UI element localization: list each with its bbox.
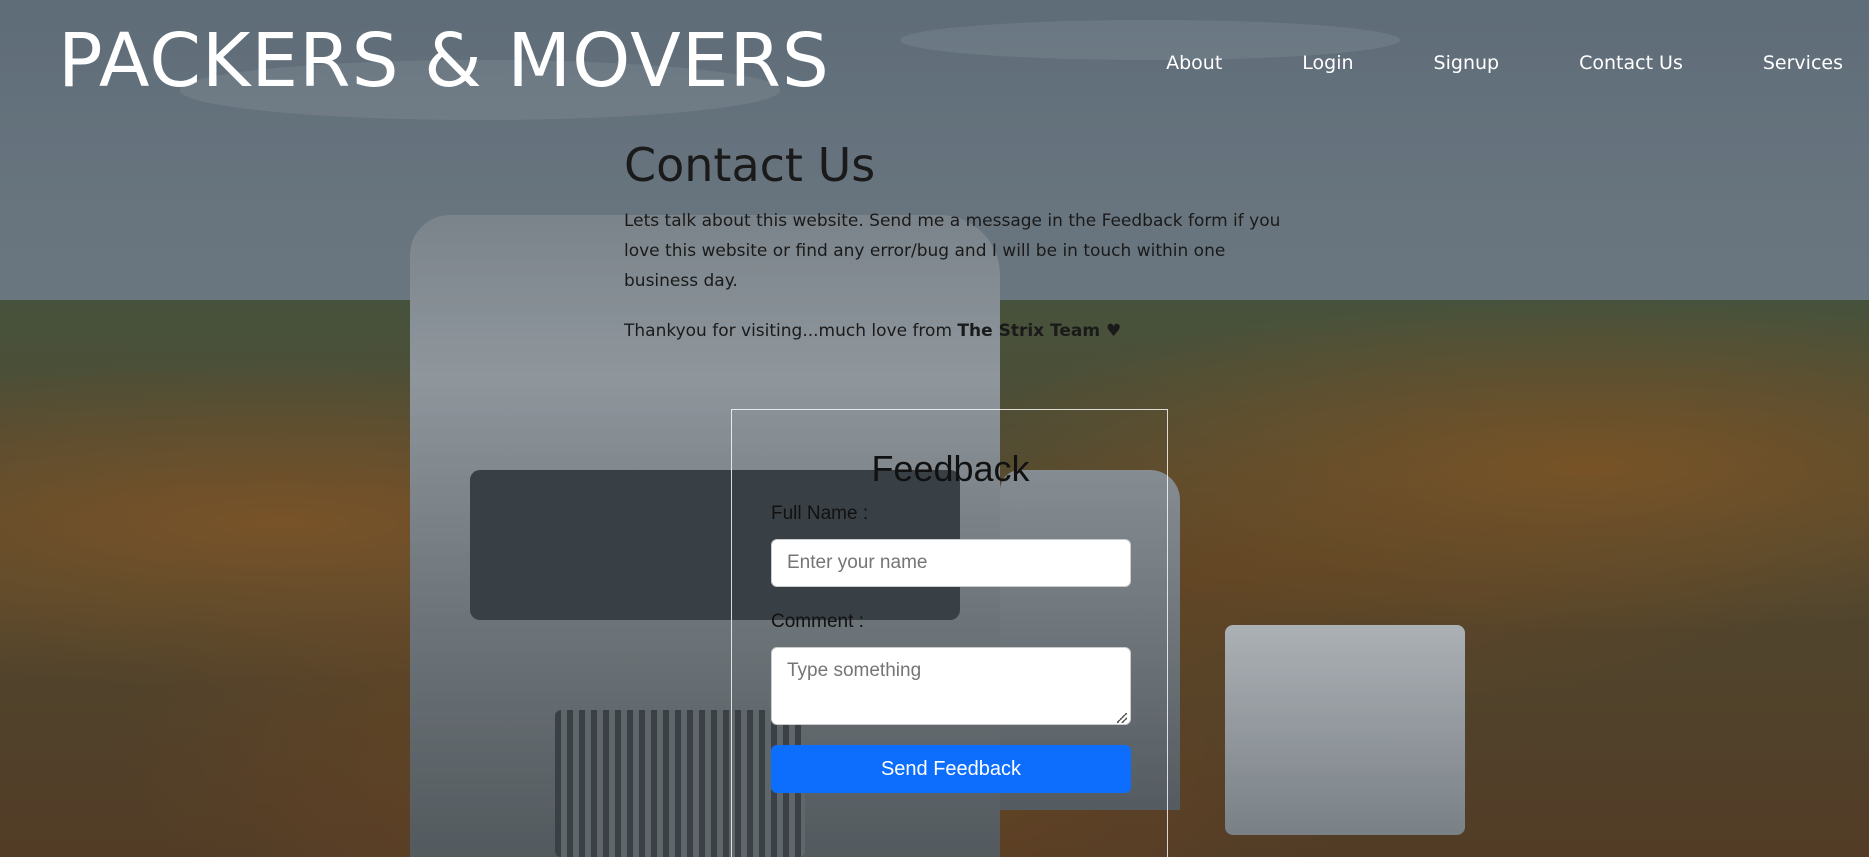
full-name-input[interactable]: [771, 539, 1131, 587]
team-name: The Strix Team ♥: [957, 321, 1122, 341]
resize-handle-icon[interactable]: [1117, 713, 1127, 723]
site-logo[interactable]: PACKERS & MOVERS: [58, 18, 830, 104]
nav-login[interactable]: Login: [1302, 52, 1353, 74]
nav-about[interactable]: About: [1166, 52, 1222, 74]
thanks-message: Thankyou for visiting...much love from T…: [624, 316, 1284, 346]
feedback-title: Feedback: [871, 448, 1030, 489]
full-name-label: Full Name :: [771, 503, 869, 524]
feedback-form: Feedback Full Name : Comment : Send Feed…: [731, 409, 1168, 857]
main-nav: About Login Signup Contact Us Services: [1086, 52, 1843, 74]
comment-label: Comment :: [771, 611, 864, 632]
nav-services[interactable]: Services: [1763, 52, 1843, 74]
page-title: Contact Us: [624, 138, 876, 192]
contact-description: Lets talk about this website. Send me a …: [624, 211, 1281, 291]
comment-textarea[interactable]: [771, 647, 1131, 725]
send-feedback-button[interactable]: Send Feedback: [771, 745, 1131, 793]
nav-signup[interactable]: Signup: [1434, 52, 1500, 74]
nav-contact-us[interactable]: Contact Us: [1579, 52, 1683, 74]
thanks-text: Thankyou for visiting...much love from: [624, 321, 958, 341]
comment-wrapper: [732, 647, 1169, 725]
contact-section: Contact Us Lets talk about this website.…: [624, 138, 1284, 346]
